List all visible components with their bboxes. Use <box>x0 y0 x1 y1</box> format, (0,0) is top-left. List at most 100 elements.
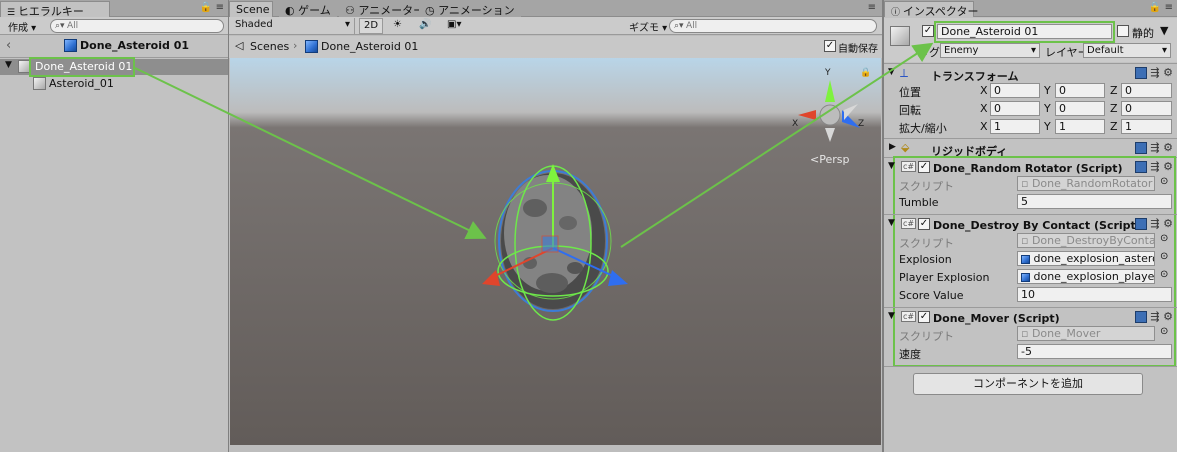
lock-icon[interactable]: 🔒 <box>1149 2 1161 13</box>
axis-label: X <box>980 120 988 133</box>
scale-x-field[interactable]: 1 <box>990 119 1040 134</box>
tab-scene[interactable]: Scene <box>229 1 273 17</box>
gizmo-y-label: Y <box>825 68 831 78</box>
object-picker-icon[interactable]: ⊙ <box>1160 326 1168 337</box>
autosave-checkbox[interactable]: ✓ <box>824 40 836 52</box>
2d-toggle-button[interactable]: 2D <box>359 18 384 34</box>
scale-y-field[interactable]: 1 <box>1055 119 1105 134</box>
component-enabled-checkbox[interactable]: ✓ <box>918 161 930 173</box>
orientation-gizmo <box>798 80 860 142</box>
scene-viewport[interactable]: Y X Z 🔒 <Persp <box>230 58 881 445</box>
component-menu-icons[interactable]: ⇶ ⚙ <box>1135 66 1173 79</box>
gizmos-dropdown[interactable]: ギズモ ▾ <box>625 18 671 34</box>
component-title: Done_Destroy By Contact (Script <box>933 219 1136 232</box>
breadcrumb-object[interactable]: Done_Asteroid 01 <box>321 40 418 53</box>
help-icon <box>1135 142 1148 154</box>
tag-dropdown[interactable]: Enemy ▾ <box>940 43 1040 58</box>
random-rotator-header[interactable]: ▼ c# ✓ Done_Random Rotator (Script) ⇶ ⚙ <box>884 159 1177 177</box>
add-component-button[interactable]: コンポーネントを追加 <box>913 373 1143 395</box>
audio-toggle-icon[interactable]: 🔊 <box>415 18 435 34</box>
breadcrumb-scenes[interactable]: Scenes <box>250 40 289 53</box>
scene-tabbar: Scene ◐ ゲーム ⚇ アニメーター ◷ アニメーション ≡ <box>229 0 882 17</box>
tumble-field[interactable]: 5 <box>1017 194 1172 209</box>
lighting-toggle-icon[interactable]: ☀ <box>389 18 406 34</box>
position-x-field[interactable]: 0 <box>990 83 1040 98</box>
prefab-cube-icon <box>1021 254 1030 264</box>
panel-menu-icon[interactable]: ≡ <box>1165 2 1173 13</box>
lock-icon[interactable]: 🔒 <box>200 2 212 13</box>
rotation-x-field[interactable]: 0 <box>990 101 1040 116</box>
transform-header[interactable]: ▼ ⟂ トランスフォーム ⇶ ⚙ <box>884 65 1177 83</box>
component-enabled-checkbox[interactable]: ✓ <box>918 311 930 323</box>
static-dropdown-icon[interactable]: ▼ <box>1160 24 1168 37</box>
panel-divider[interactable] <box>228 0 229 452</box>
panel-menu-icon[interactable]: ≡ <box>868 2 876 13</box>
tab-inspector[interactable]: ⓘ インスペクター <box>884 1 978 18</box>
hierarchy-panel: ☰ ヒエラルキー 🔒 ≡ 作成 ▾ ⌕▾ All ‹ Done_Asteroid … <box>0 0 228 452</box>
collapse-triangle-icon[interactable]: ▶ <box>889 142 896 152</box>
script-icon: c# <box>901 311 917 322</box>
script-field[interactable]: ▫ Done_RandomRotator <box>1017 176 1155 191</box>
back-arrow-icon[interactable]: ‹ <box>6 38 11 53</box>
chevron-down-icon: ▾ <box>344 19 350 30</box>
search-icon: ⌕▾ <box>55 21 65 31</box>
object-picker-icon[interactable]: ⊙ <box>1160 176 1168 187</box>
scene-panel: Scene ◐ ゲーム ⚇ アニメーター ◷ アニメーション ≡ Shaded ▾… <box>229 0 882 452</box>
component-menu-icons[interactable]: ⇶ ⚙ <box>1135 141 1173 154</box>
position-z-field[interactable]: 0 <box>1121 83 1172 98</box>
speed-field[interactable]: -5 <box>1017 344 1172 359</box>
rotation-y-field[interactable]: 0 <box>1055 101 1105 116</box>
clock-icon: ◷ <box>425 4 439 17</box>
expand-triangle-icon[interactable]: ▼ <box>888 311 895 321</box>
object-picker-icon[interactable]: ⊙ <box>1160 233 1168 244</box>
active-checkbox[interactable]: ✓ <box>922 25 934 37</box>
script-field[interactable]: ▫ Done_Mover <box>1017 326 1155 341</box>
divider <box>884 366 1177 367</box>
script-icon: c# <box>901 161 917 172</box>
scene-search-input[interactable]: ⌕▾ All <box>669 19 877 33</box>
scene-header-row[interactable]: ‹ Done_Asteroid 01 <box>0 36 228 56</box>
tab-animator[interactable]: ⚇ アニメーター <box>339 1 431 17</box>
component-menu-icons[interactable]: ⇶ ⚙ <box>1135 160 1173 173</box>
expand-triangle-icon[interactable]: ▼ <box>888 161 895 171</box>
lock-icon[interactable]: 🔒 <box>860 68 871 78</box>
help-icon <box>1135 161 1148 173</box>
player-explosion-field[interactable]: done_explosion_player <box>1017 269 1155 284</box>
object-picker-icon[interactable]: ⊙ <box>1160 251 1168 262</box>
create-button[interactable]: 作成 ▾ <box>4 18 40 34</box>
score-value-field[interactable]: 10 <box>1017 287 1172 302</box>
chevron-down-icon: ▾ <box>1161 45 1167 56</box>
tab-animation[interactable]: ◷ アニメーション <box>419 1 521 17</box>
rotation-z-field[interactable]: 0 <box>1121 101 1172 116</box>
script-label: スクリプト <box>899 330 954 343</box>
prefab-cube-icon <box>1021 272 1030 282</box>
gameobject-cube-icon <box>33 77 46 90</box>
explosion-field[interactable]: done_explosion_asteroid <box>1017 251 1155 266</box>
hierarchy-search-input[interactable]: ⌕▾ All <box>50 19 224 33</box>
destroy-by-contact-header[interactable]: ▼ c# ✓ Done_Destroy By Contact (Script ⇶… <box>884 216 1177 234</box>
static-checkbox[interactable] <box>1117 25 1129 37</box>
component-enabled-checkbox[interactable]: ✓ <box>918 218 930 230</box>
component-menu-icons[interactable]: ⇶ ⚙ <box>1135 310 1173 323</box>
hierarchy-item[interactable]: Asteroid_01 <box>0 76 228 92</box>
script-field[interactable]: ▫ Done_DestroyByContact <box>1017 233 1155 248</box>
position-y-field[interactable]: 0 <box>1055 83 1105 98</box>
tab-hierarchy[interactable]: ☰ ヒエラルキー <box>0 1 110 18</box>
scale-z-field[interactable]: 1 <box>1121 119 1172 134</box>
tab-game[interactable]: ◐ ゲーム <box>279 1 337 17</box>
divider <box>884 63 1177 64</box>
effects-dropdown-icon[interactable]: ▣▾ <box>443 18 465 34</box>
expand-triangle-icon[interactable]: ▼ <box>5 60 12 70</box>
component-menu-icons[interactable]: ⇶ ⚙ <box>1135 217 1173 230</box>
mover-header[interactable]: ▼ c# ✓ Done_Mover (Script) ⇶ ⚙ <box>884 309 1177 327</box>
gizmo-x-arrow <box>482 270 500 286</box>
expand-triangle-icon[interactable]: ▼ <box>888 218 895 228</box>
layer-dropdown[interactable]: Default ▾ <box>1083 43 1171 58</box>
panel-divider[interactable] <box>882 0 884 452</box>
shading-mode-dropdown[interactable]: Shaded ▾ <box>231 18 355 34</box>
object-picker-icon[interactable]: ⊙ <box>1160 269 1168 280</box>
persp-label[interactable]: <Persp <box>810 153 849 166</box>
expand-triangle-icon[interactable]: ▼ <box>888 67 895 77</box>
panel-menu-icon[interactable]: ≡ <box>216 2 224 13</box>
help-icon <box>1135 67 1148 79</box>
